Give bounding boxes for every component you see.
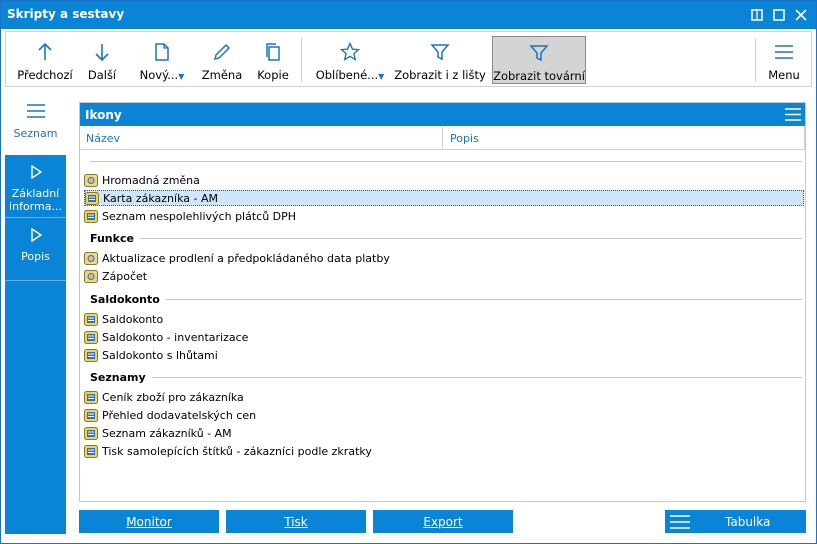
column-separator	[804, 126, 805, 149]
list-item-selected[interactable]: Karta zákazníka - AM	[84, 190, 804, 206]
menu-button[interactable]: Menu	[764, 36, 804, 84]
list-item[interactable]: Saldokonto s lhůtami	[84, 347, 804, 363]
close-icon[interactable]	[791, 5, 811, 25]
previous-button[interactable]: Předchozí	[14, 36, 76, 84]
sidenav-item-description[interactable]: Popis	[5, 218, 66, 280]
report-icon	[84, 408, 98, 422]
icons-panel: Ikony Název Popis Hromadná změna Karta z…	[79, 102, 806, 502]
export-button[interactable]: Export	[373, 510, 513, 533]
show-from-bar-button[interactable]: Zobrazit i z lišty	[394, 36, 486, 84]
list-item[interactable]: Aktualizace prodlení a předpokládaného d…	[84, 250, 804, 266]
filter-icon	[430, 44, 450, 61]
column-headers: Název Popis	[80, 126, 805, 150]
list-item[interactable]: Saldokonto	[84, 311, 804, 327]
report-icon	[84, 348, 98, 362]
report-icon	[84, 444, 98, 458]
favorites-button[interactable]: Oblíbené...▼	[316, 36, 384, 84]
list-item[interactable]: Ceník zboží pro zákazníka	[84, 389, 804, 405]
report-icon	[84, 390, 98, 404]
app-window: Skripty a sestavy Předchozí Další Nový..…	[0, 0, 817, 544]
script-gear-icon	[84, 173, 98, 187]
maximize-icon[interactable]	[747, 5, 767, 25]
play-icon	[30, 228, 42, 242]
column-header-name[interactable]: Název	[86, 132, 120, 145]
list-item[interactable]: Tisk samolepících štítků - zákazníci pod…	[84, 443, 804, 459]
report-icon	[84, 209, 98, 223]
side-navigation: Seznam Základní informa... Popis	[5, 93, 66, 534]
panel-title: Ikony	[85, 108, 122, 122]
group-header: Seznamy	[90, 369, 802, 385]
report-icon	[84, 330, 98, 344]
arrow-down-icon	[95, 44, 109, 62]
monitor-button[interactable]: Monitor	[79, 510, 219, 533]
toolbar-separator	[755, 38, 756, 82]
new-button[interactable]: Nový...▼	[136, 36, 188, 84]
hamburger-icon	[26, 104, 45, 118]
change-button[interactable]: Změna	[200, 36, 244, 84]
group-divider	[165, 298, 802, 300]
group-divider	[90, 161, 802, 162]
copy-icon	[266, 43, 280, 61]
group-divider	[139, 237, 802, 239]
window-title: Skripty a sestavy	[7, 7, 125, 21]
toolbar: Předchozí Další Nový...▼ Změna Kopie Obl…	[5, 31, 812, 87]
group-header: Funkce	[90, 230, 802, 246]
dropdown-arrow-icon: ▼	[378, 72, 385, 81]
panel-header: Ikony	[80, 103, 805, 126]
restore-icon[interactable]	[769, 5, 789, 25]
next-button[interactable]: Další	[80, 36, 124, 84]
list-item[interactable]: Seznam zákazníků - AM	[84, 425, 804, 441]
pencil-icon	[213, 43, 231, 61]
sidenav-item-basic-info[interactable]: Základní informa...	[5, 155, 66, 217]
document-icon	[155, 43, 169, 61]
sidenav-item-list[interactable]: Seznam	[5, 93, 66, 155]
panel-menu-icon[interactable]	[783, 105, 803, 124]
list-item[interactable]: Hromadná změna	[84, 172, 804, 188]
column-separator[interactable]	[442, 126, 443, 149]
sidenav-divider	[5, 280, 66, 281]
show-factory-button[interactable]: Zobrazit tovární	[492, 36, 586, 84]
column-header-description[interactable]: Popis	[450, 132, 479, 145]
star-icon	[340, 42, 360, 62]
arrow-up-icon	[38, 42, 52, 60]
table-button[interactable]: Tabulka	[665, 510, 806, 533]
toolbar-separator	[301, 38, 302, 82]
script-gear-icon	[84, 269, 98, 283]
copy-button[interactable]: Kopie	[254, 36, 292, 84]
group-header: Saldokonto	[90, 291, 802, 307]
table-list-icon	[670, 514, 690, 529]
list-item[interactable]: Saldokonto - inventarizace	[84, 329, 804, 345]
list-item[interactable]: Zápočet	[84, 268, 804, 284]
script-gear-icon	[84, 251, 98, 265]
report-icon	[84, 312, 98, 326]
report-icon	[84, 426, 98, 440]
list-item[interactable]: Přehled dodavatelských cen	[84, 407, 804, 423]
group-divider	[151, 376, 802, 378]
list-item[interactable]: Seznam nespolehlivých plátců DPH	[84, 208, 804, 224]
report-icon	[85, 191, 99, 205]
print-button[interactable]: Tisk	[226, 510, 366, 533]
dropdown-arrow-icon: ▼	[178, 72, 185, 81]
title-bar: Skripty a sestavy	[1, 1, 816, 29]
filter-icon	[529, 45, 549, 62]
play-icon	[30, 165, 42, 179]
hamburger-icon	[775, 45, 793, 59]
